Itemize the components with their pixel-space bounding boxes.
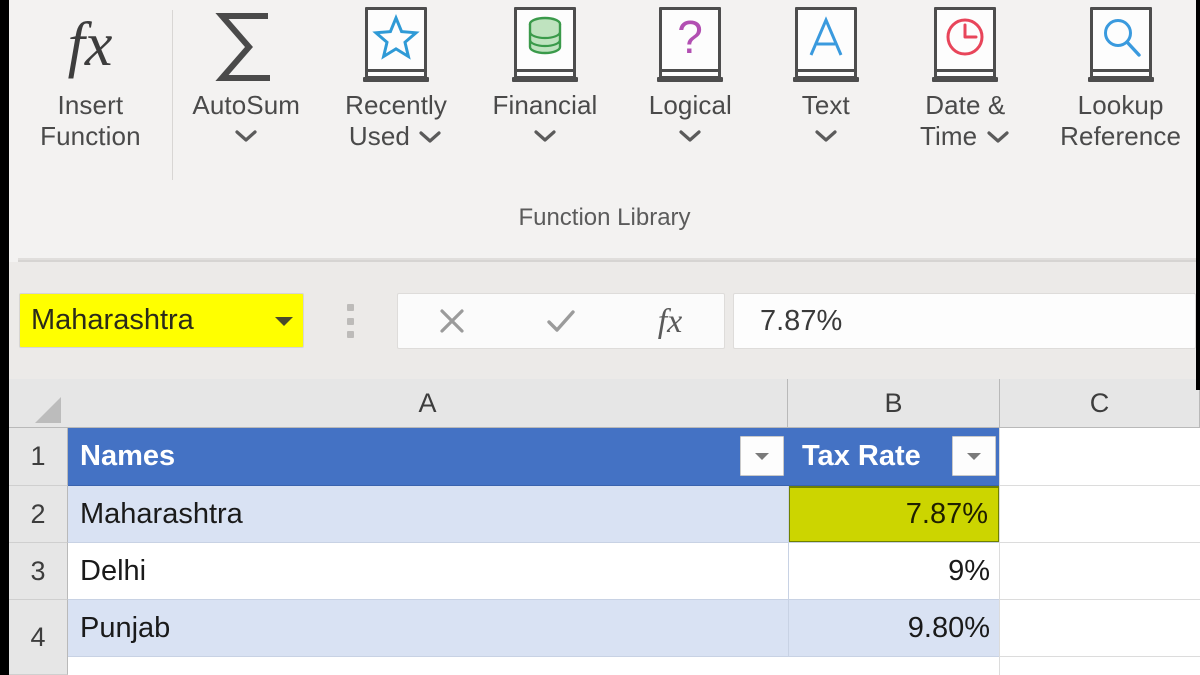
filter-button-tax-rate[interactable] <box>952 436 996 476</box>
row-header-4[interactable]: 4 <box>9 600 68 675</box>
column-header-b[interactable]: B <box>788 379 1000 427</box>
text-button[interactable]: Text <box>762 0 889 195</box>
select-all-button[interactable] <box>9 379 69 427</box>
cell-b3[interactable]: 9% <box>788 543 1000 600</box>
svg-text:?: ? <box>678 11 704 63</box>
autosum-label: AutoSum <box>192 90 301 120</box>
cell-c2[interactable] <box>1000 486 1200 543</box>
right-edge-gutter <box>1196 0 1200 390</box>
table-gridline-vertical <box>788 486 789 657</box>
date-and-time-chevron-down-icon[interactable] <box>985 122 1011 153</box>
grid-column-c-left-border <box>999 428 1000 675</box>
table-gridline-row2 <box>68 542 1000 543</box>
logical-chevron-down-icon[interactable] <box>649 121 732 152</box>
logical-label: Logical <box>648 90 732 120</box>
filter-button-names[interactable] <box>740 436 784 476</box>
date-and-time-button[interactable]: Date & Time <box>889 0 1041 195</box>
magnifier-book-icon <box>1084 5 1158 89</box>
column-header-a[interactable]: A <box>68 379 788 427</box>
cell-c1[interactable] <box>1000 428 1200 486</box>
svg-text:fx: fx <box>657 303 682 340</box>
name-box[interactable]: Maharashtra <box>19 293 304 348</box>
insert-function-label-line1: Insert <box>57 90 124 120</box>
recently-used-label-line1: Recently <box>345 90 448 120</box>
function-library-group-label: Function Library <box>518 204 691 231</box>
svg-text:fx: fx <box>68 11 113 79</box>
letter-a-book-icon <box>789 5 863 89</box>
formula-bar-buttons: fx <box>397 293 725 349</box>
fx-icon: fx <box>45 4 135 90</box>
text-chevron-down-icon[interactable] <box>802 121 850 152</box>
table-gridline-row3 <box>68 599 1000 600</box>
cell-row5-partial[interactable] <box>68 657 1000 675</box>
name-box-chevron-down-icon[interactable] <box>265 313 303 329</box>
formula-bar-row: Maharashtra fx 7.87% <box>9 262 1200 379</box>
cell-a2[interactable]: Maharashtra <box>68 486 788 543</box>
date-and-time-label-line2: Time <box>920 120 978 151</box>
row-header-2[interactable]: 2 <box>9 486 68 543</box>
formula-input-value: 7.87% <box>760 304 843 337</box>
clock-book-icon <box>928 5 1002 89</box>
table-header-names[interactable]: Names <box>68 428 788 486</box>
ribbon-function-library-group: fx Insert Function AutoSum Recently Used… <box>9 0 1200 262</box>
table-gridline-row4 <box>68 656 1000 657</box>
lookup-and-reference-label-line1: Lookup <box>1077 90 1164 120</box>
recently-used-label-line2: Used <box>348 120 410 151</box>
row-header-1[interactable]: 1 <box>9 428 68 486</box>
column-header-c[interactable]: C <box>1000 379 1200 427</box>
cell-c5-partial[interactable] <box>1000 657 1200 675</box>
lookup-and-reference-label-line2: Reference <box>1060 120 1182 151</box>
question-book-icon: ? <box>653 5 727 89</box>
text-label: Text <box>801 90 850 120</box>
financial-button[interactable]: Financial <box>472 0 619 195</box>
cancel-formula-button[interactable] <box>398 294 507 348</box>
cell-c4[interactable] <box>1000 600 1200 657</box>
cell-b4[interactable]: 9.80% <box>788 600 1000 657</box>
financial-chevron-down-icon[interactable] <box>492 121 597 152</box>
insert-function-fx-button[interactable]: fx <box>615 294 724 348</box>
active-cell-b2[interactable]: 7.87% <box>788 486 1000 543</box>
enter-formula-button[interactable] <box>507 294 616 348</box>
autosum-button[interactable]: AutoSum <box>172 0 321 195</box>
name-box-value: Maharashtra <box>31 304 194 336</box>
formula-input[interactable]: 7.87% <box>733 293 1196 349</box>
recently-used-chevron-down-icon[interactable] <box>417 122 443 153</box>
cell-c3[interactable] <box>1000 543 1200 600</box>
recently-used-button[interactable]: Recently Used <box>321 0 472 195</box>
logical-button[interactable]: ? Logical <box>618 0 762 195</box>
date-and-time-label-line1: Date & <box>925 90 1006 120</box>
database-book-icon <box>508 5 582 89</box>
row-header-3[interactable]: 3 <box>9 543 68 600</box>
financial-label: Financial <box>492 90 598 120</box>
star-book-icon <box>359 5 433 89</box>
cell-a4[interactable]: Punjab <box>68 600 788 657</box>
autosum-chevron-down-icon[interactable] <box>192 121 300 152</box>
lookup-and-reference-button[interactable]: Lookup Reference <box>1041 0 1200 195</box>
left-edge-gutter <box>0 0 9 675</box>
worksheet-grid: A B C 1 2 3 4 Names Tax Rate Maharashtra… <box>9 379 1200 675</box>
name-box-resize-handle[interactable] <box>347 304 355 338</box>
cell-a3[interactable]: Delhi <box>68 543 788 600</box>
insert-function-button[interactable]: fx Insert Function <box>9 0 172 195</box>
sigma-icon <box>206 4 286 90</box>
insert-function-label-line2: Function <box>40 120 141 151</box>
excel-window: fx Insert Function AutoSum Recently Used… <box>0 0 1200 675</box>
